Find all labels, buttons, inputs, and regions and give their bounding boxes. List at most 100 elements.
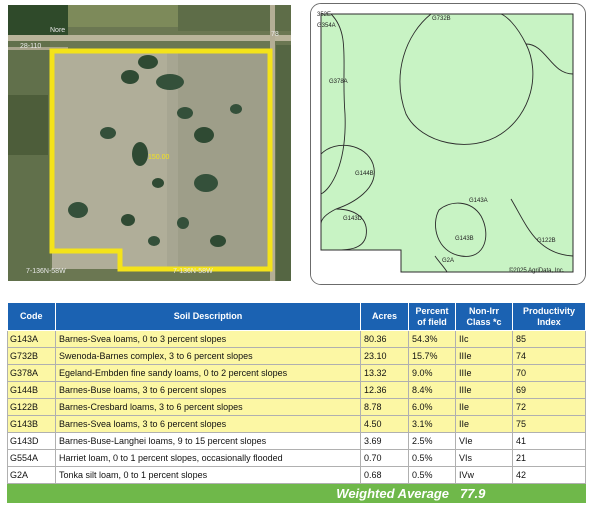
cell-acres: 80.36 bbox=[360, 330, 409, 348]
weighted-average-row: Weighted Average 77.9 bbox=[7, 483, 586, 503]
cell-acres: 4.50 bbox=[360, 415, 409, 433]
table-row: G378A Egeland-Embden fine sandy loams, 0… bbox=[7, 364, 586, 382]
cell-description: Harriet loam, 0 to 1 percent slopes, occ… bbox=[55, 449, 361, 467]
cell-percent: 2.5% bbox=[408, 432, 456, 450]
map-corner-code: 352E bbox=[317, 12, 332, 18]
map-label-g2a: G2A bbox=[442, 258, 455, 264]
table-row: G732B Swenoda-Barnes complex, 3 to 6 per… bbox=[7, 347, 586, 365]
table-row: G143B Barnes-Svea loams, 3 to 6 percent … bbox=[7, 415, 586, 433]
header-percent-line2: of field bbox=[417, 316, 447, 327]
cell-code: G732B bbox=[7, 347, 56, 365]
map-label-g732b: G732B bbox=[432, 16, 451, 22]
cell-code: G143B bbox=[7, 415, 56, 433]
section-label-bottom: 7-136N-58W bbox=[173, 268, 213, 275]
cell-code: G144B bbox=[7, 381, 56, 399]
cell-class: VIs bbox=[455, 449, 513, 467]
aerial-photo: Nore 28-110 78 150.00 7-136N-58W 7-136N-… bbox=[8, 5, 291, 281]
cell-class: IIe bbox=[455, 415, 513, 433]
cell-code: G122B bbox=[7, 398, 56, 416]
header-pi-line1: Productivity bbox=[522, 305, 575, 316]
map-label-g144b: G144B bbox=[355, 171, 374, 177]
header-class-line1: Non-Irr bbox=[469, 305, 499, 316]
cell-class: VIe bbox=[455, 432, 513, 450]
aerial-image bbox=[8, 5, 291, 281]
cell-acres: 3.69 bbox=[360, 432, 409, 450]
cell-pi: 74 bbox=[512, 347, 586, 365]
cell-percent: 9.0% bbox=[408, 364, 456, 382]
cell-pi: 42 bbox=[512, 466, 586, 484]
header-acres: Acres bbox=[360, 302, 409, 331]
road-label-top: Nore bbox=[50, 27, 66, 34]
cell-pi: 21 bbox=[512, 449, 586, 467]
cell-acres: 0.68 bbox=[360, 466, 409, 484]
cell-code: G378A bbox=[7, 364, 56, 382]
cell-description: Barnes-Svea loams, 0 to 3 percent slopes bbox=[55, 330, 361, 348]
map-label-g143a: G143A bbox=[469, 198, 488, 204]
soil-table: Code Soil Description Acres Percent of f… bbox=[7, 302, 586, 503]
cell-code: G143A bbox=[7, 330, 56, 348]
header-class-line2: Class *c bbox=[466, 316, 502, 327]
acre-label: 150.00 bbox=[148, 154, 170, 161]
header-productivity: Productivity Index bbox=[512, 302, 586, 331]
cell-description: Swenoda-Barnes complex, 3 to 6 percent s… bbox=[55, 347, 361, 365]
cell-description: Egeland-Embden fine sandy loams, 0 to 2 … bbox=[55, 364, 361, 382]
table-row: G144B Barnes-Buse loams, 3 to 6 percent … bbox=[7, 381, 586, 399]
road-label-right: 78 bbox=[271, 31, 279, 38]
map-label-g143d: G143D bbox=[343, 216, 363, 222]
table-row: G2A Tonka silt loam, 0 to 1 percent slop… bbox=[7, 466, 586, 484]
table-row: G143A Barnes-Svea loams, 0 to 3 percent … bbox=[7, 330, 586, 348]
header-class: Non-Irr Class *c bbox=[455, 302, 513, 331]
cell-pi: 69 bbox=[512, 381, 586, 399]
cell-percent: 3.1% bbox=[408, 415, 456, 433]
cell-pi: 70 bbox=[512, 364, 586, 382]
cell-code: G143D bbox=[7, 432, 56, 450]
cell-pi: 75 bbox=[512, 415, 586, 433]
cell-class: IVw bbox=[455, 466, 513, 484]
map-copyright: ©2025 AgriData, Inc. bbox=[509, 268, 565, 274]
cell-class: IIIe bbox=[455, 347, 513, 365]
map-label-g143b: G143B bbox=[455, 236, 474, 242]
header-percent: Percent of field bbox=[408, 302, 456, 331]
soil-map: 352E G354A G732B G378A G144B G143D G143A… bbox=[310, 3, 586, 285]
cell-percent: 0.5% bbox=[408, 466, 456, 484]
map-label-g122b: G122B bbox=[537, 238, 556, 244]
cell-percent: 8.4% bbox=[408, 381, 456, 399]
header-pi-line2: Index bbox=[537, 316, 561, 327]
cell-percent: 15.7% bbox=[408, 347, 456, 365]
header-code: Code bbox=[7, 302, 56, 331]
cell-description: Barnes-Svea loams, 3 to 6 percent slopes bbox=[55, 415, 361, 433]
cell-class: IIe bbox=[455, 398, 513, 416]
cell-code: G554A bbox=[7, 449, 56, 467]
cell-pi: 41 bbox=[512, 432, 586, 450]
table-row: G554A Harriet loam, 0 to 1 percent slope… bbox=[7, 449, 586, 467]
weighted-average-label: Weighted Average bbox=[7, 483, 456, 503]
cell-acres: 23.10 bbox=[360, 347, 409, 365]
cell-acres: 13.32 bbox=[360, 364, 409, 382]
weighted-average-value: 77.9 bbox=[455, 483, 586, 503]
map-label-g378a: G378A bbox=[329, 79, 348, 85]
cell-acres: 8.78 bbox=[360, 398, 409, 416]
cell-percent: 6.0% bbox=[408, 398, 456, 416]
road-label-left: 28-110 bbox=[20, 43, 42, 50]
cell-percent: 54.3% bbox=[408, 330, 456, 348]
cell-class: IIIe bbox=[455, 364, 513, 382]
table-row: G122B Barnes-Cresbard loams, 3 to 6 perc… bbox=[7, 398, 586, 416]
map-label-g354a: G354A bbox=[317, 23, 336, 29]
cell-pi: 72 bbox=[512, 398, 586, 416]
cell-pi: 85 bbox=[512, 330, 586, 348]
cell-description: Barnes-Buse loams, 3 to 6 percent slopes bbox=[55, 381, 361, 399]
cell-acres: 0.70 bbox=[360, 449, 409, 467]
cell-class: IIc bbox=[455, 330, 513, 348]
cell-description: Barnes-Cresbard loams, 3 to 6 percent sl… bbox=[55, 398, 361, 416]
cell-acres: 12.36 bbox=[360, 381, 409, 399]
cell-code: G2A bbox=[7, 466, 56, 484]
cell-description: Tonka silt loam, 0 to 1 percent slopes bbox=[55, 466, 361, 484]
cell-percent: 0.5% bbox=[408, 449, 456, 467]
table-row: G143D Barnes-Buse-Langhei loams, 9 to 15… bbox=[7, 432, 586, 450]
table-header-row: Code Soil Description Acres Percent of f… bbox=[7, 302, 586, 331]
cell-description: Barnes-Buse-Langhei loams, 9 to 15 perce… bbox=[55, 432, 361, 450]
cell-class: IIIe bbox=[455, 381, 513, 399]
header-percent-line1: Percent bbox=[415, 305, 449, 316]
header-description: Soil Description bbox=[55, 302, 361, 331]
section-label-left: 7-136N-58W bbox=[26, 268, 66, 275]
